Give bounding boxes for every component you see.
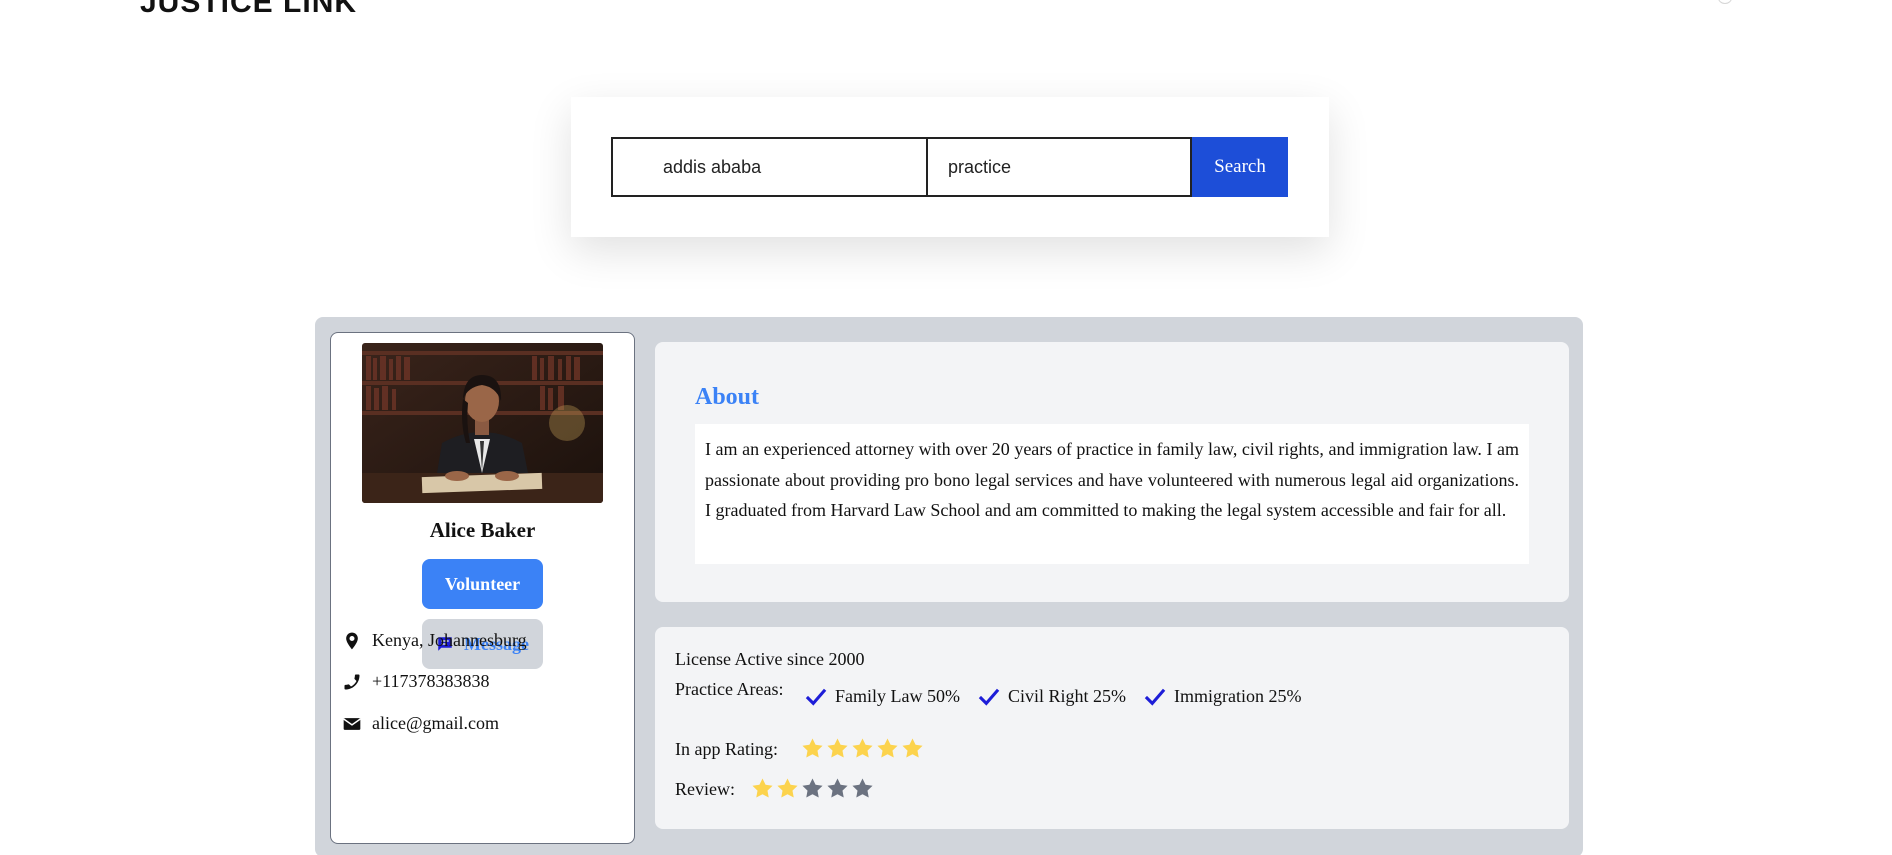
- practice-area-item: Immigration 25%: [1144, 686, 1301, 707]
- envelope-icon: [343, 717, 361, 730]
- practice-areas-label: Practice Areas:: [675, 679, 784, 699]
- check-icon: [1144, 688, 1166, 706]
- star-filled-icon: [752, 778, 773, 798]
- star-empty-icon: [802, 778, 823, 798]
- practice-area-label: Civil Right 25%: [1007, 686, 1126, 706]
- search-bar: addis ababa practice Search: [611, 137, 1288, 197]
- star-filled-icon: [827, 738, 848, 758]
- search-button[interactable]: Search: [1192, 137, 1288, 197]
- phone-text[interactable]: +117378383838: [372, 671, 489, 692]
- phone-row: +117378383838: [342, 671, 489, 692]
- brand-logo[interactable]: JUSTICE LINK: [140, 0, 357, 20]
- review-stars: [751, 777, 874, 800]
- location-row: Kenya, Johannesburg: [342, 630, 527, 651]
- email-text[interactable]: alice@gmail.com: [372, 713, 499, 734]
- star-filled-icon: [852, 738, 873, 758]
- practice-area-label: Immigration 25%: [1174, 686, 1302, 706]
- location-input[interactable]: addis ababa: [611, 137, 928, 197]
- star-filled-icon: [877, 738, 898, 758]
- check-icon: [978, 688, 1000, 706]
- lawyer-name: Alice Baker: [429, 518, 536, 542]
- star-empty-icon: [852, 778, 873, 798]
- star-filled-icon: [902, 738, 923, 758]
- about-text: I am an experienced attorney with over 2…: [695, 424, 1529, 564]
- profile-side-card: Alice Baker Volunteer Message Kenya, Joh…: [330, 332, 635, 844]
- rating-label: In app Rating:: [675, 739, 778, 759]
- star-filled-icon: [777, 778, 798, 798]
- volunteer-button[interactable]: Volunteer: [422, 559, 543, 609]
- lawyer-profile-panel: Alice Baker Volunteer Message Kenya, Joh…: [315, 317, 1583, 855]
- practice-area-item: Civil Right 25%: [978, 686, 1126, 707]
- practice-area-item: Family Law 50%: [805, 686, 960, 707]
- check-icon: [805, 688, 827, 706]
- details-card: License Active since 2000 Practice Areas…: [655, 627, 1569, 829]
- practice-areas-list: Family Law 50% Civil Right 25% Immigrati…: [805, 686, 1301, 707]
- practice-input[interactable]: practice: [926, 137, 1192, 197]
- search-card: addis ababa practice Search: [571, 97, 1329, 237]
- star-filled-icon: [802, 738, 823, 758]
- email-row: alice@gmail.com: [342, 713, 499, 734]
- map-pin-icon: [346, 632, 358, 649]
- location-text: Kenya, Johannesburg: [372, 630, 527, 650]
- about-title: About: [695, 384, 760, 410]
- profile-icon[interactable]: [1718, 0, 1732, 4]
- star-empty-icon: [827, 778, 848, 798]
- rating-stars: [801, 737, 924, 760]
- lawyer-photo: [362, 343, 603, 503]
- review-label: Review:: [675, 779, 735, 799]
- about-card: About I am an experienced attorney with …: [655, 342, 1569, 602]
- license-text: License Active since 2000: [675, 649, 865, 669]
- practice-area-label: Family Law 50%: [835, 686, 960, 706]
- phone-icon: [344, 674, 360, 689]
